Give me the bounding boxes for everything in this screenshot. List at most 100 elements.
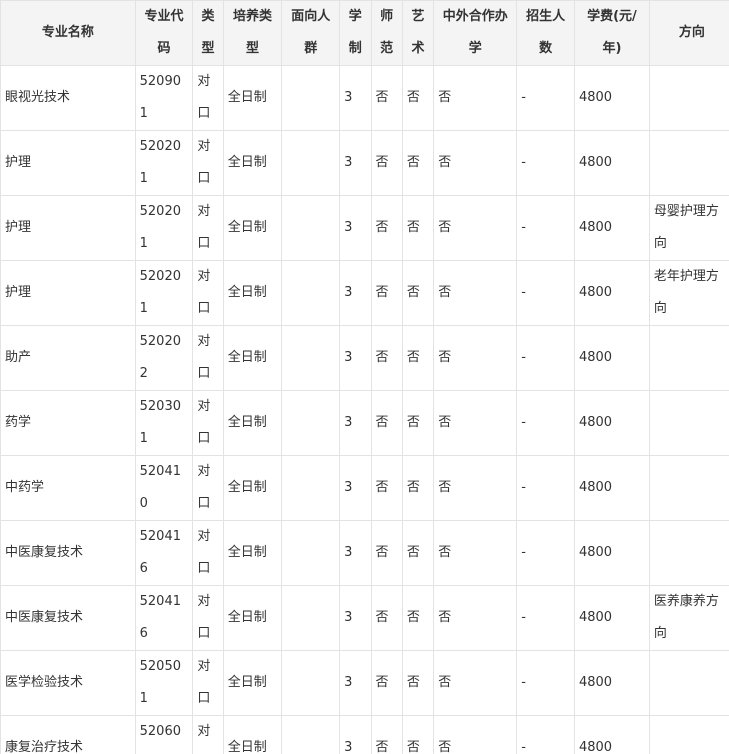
header-cell: 类型: [192, 0, 224, 66]
table-row: 康复治疗技术520601对口全日制3否否否-4800: [0, 715, 729, 754]
table-row: 护理 520201 对口 全日制 3 否否否 -4800: [0, 130, 729, 196]
art-cell: 否: [401, 195, 435, 261]
training-type-cell: 全日制: [222, 520, 283, 586]
major-code-cell: 520901: [134, 65, 194, 131]
header-cell: 专业代码: [134, 0, 194, 66]
teacher-training-cell: 否: [370, 650, 403, 716]
major-code-cell: 520416: [134, 520, 194, 586]
major-name-cell: 护理: [0, 195, 136, 261]
enrollment-cell: -: [516, 715, 575, 754]
teacher-training-cell: 否: [370, 455, 403, 521]
table-row: 护理 520201 对口 全日制 3 否否否 -4800 老年护理方向: [0, 260, 729, 326]
duration-cell: 3: [339, 520, 372, 586]
major-code-cell: 520601: [134, 715, 194, 754]
joint-program-cell: 否: [433, 325, 518, 391]
training-type-cell: 全日制: [222, 325, 283, 391]
enrollment-cell: -: [516, 65, 575, 131]
target-group-cell: [281, 65, 341, 131]
type-cell: 对口: [192, 455, 224, 521]
enrollment-cell: -: [516, 520, 575, 586]
table-row: 护理 520201 对口 全日制 3 否否否 -4800 母婴护理方向: [0, 195, 729, 261]
tuition-cell: 4800: [573, 520, 650, 586]
target-group-cell: [281, 715, 341, 754]
joint-program-cell: 否: [433, 715, 518, 754]
type-cell: 对口: [192, 195, 224, 261]
joint-program-cell: 否: [433, 520, 518, 586]
tuition-cell: 4800: [573, 455, 650, 521]
joint-program-cell: 否: [433, 455, 518, 521]
table-row: 眼视光技术 520901 对口 全日制 3 否否否 -4800: [0, 65, 729, 131]
training-type-cell: 全日制: [222, 260, 283, 326]
duration-cell: 3: [339, 130, 372, 196]
table-body: 眼视光技术 520901 对口 全日制 3 否否否 -4800 护理 520201 对口 全日制 3 否…: [0, 65, 729, 754]
direction-cell: 医养康养方向: [648, 585, 729, 651]
enrollment-cell: -: [516, 195, 575, 261]
major-name-cell: 医学检验技术: [0, 650, 136, 716]
teacher-training-cell: 否: [370, 130, 403, 196]
header-cell: 学费(元/年): [573, 0, 650, 66]
duration-cell: 3: [339, 390, 372, 456]
header-cell: 招生人数: [516, 0, 575, 66]
direction-cell: [648, 455, 729, 521]
table-row: 中药学 520410 对口 全日制 3 否否否 -4800: [0, 455, 729, 521]
type-cell: 对口: [192, 260, 224, 326]
art-cell: 否: [401, 260, 435, 326]
joint-program-cell: 否: [433, 650, 518, 716]
major-code-cell: 520301: [134, 390, 194, 456]
target-group-cell: [281, 650, 341, 716]
direction-cell: [648, 650, 729, 716]
tuition-cell: 4800: [573, 130, 650, 196]
table-row: 医学检验技术 520501 对口 全日制 3 否否否 -4800: [0, 650, 729, 716]
major-table: 专业名称 专业代码 类型 培养类型 面向人群 学制 师范 艺术 中外合作办学 招…: [0, 0, 729, 754]
direction-cell: [648, 715, 729, 754]
major-name-cell: 助产: [0, 325, 136, 391]
art-cell: 否: [401, 130, 435, 196]
major-name-cell: 药学: [0, 390, 136, 456]
table-row: 中医康复技术 520416 对口 全日制 3 否否否 -4800 医养康养方向: [0, 585, 729, 651]
art-cell: 否: [401, 585, 435, 651]
tuition-cell: 4800: [573, 325, 650, 391]
header-cell: 面向人群: [281, 0, 341, 66]
tuition-cell: 4800: [573, 650, 650, 716]
tuition-cell: 4800: [573, 715, 650, 754]
target-group-cell: [281, 455, 341, 521]
major-name-cell: 康复治疗技术: [0, 715, 136, 754]
teacher-training-cell: 否: [370, 260, 403, 326]
joint-program-cell: 否: [433, 390, 518, 456]
header-row: 专业名称 专业代码 类型 培养类型 面向人群 学制 师范 艺术 中外合作办学 招…: [0, 0, 729, 66]
art-cell: 否: [401, 65, 435, 131]
art-cell: 否: [401, 390, 435, 456]
header-cell: 培养类型: [222, 0, 283, 66]
type-cell: 对口: [192, 325, 224, 391]
direction-cell: 母婴护理方向: [648, 195, 729, 261]
major-name-cell: 护理: [0, 260, 136, 326]
table-row: 药学 520301 对口 全日制 3 否否否 -4800: [0, 390, 729, 456]
enrollment-cell: -: [516, 260, 575, 326]
teacher-training-cell: 否: [370, 325, 403, 391]
direction-cell: [648, 130, 729, 196]
training-type-cell: 全日制: [222, 390, 283, 456]
duration-cell: 3: [339, 715, 372, 754]
duration-cell: 3: [339, 650, 372, 716]
joint-program-cell: 否: [433, 65, 518, 131]
teacher-training-cell: 否: [370, 585, 403, 651]
header-cell: 专业名称: [0, 0, 136, 66]
tuition-cell: 4800: [573, 260, 650, 326]
header-cell: 中外合作办学: [433, 0, 518, 66]
direction-cell: 老年护理方向: [648, 260, 729, 326]
type-cell: 对口: [192, 390, 224, 456]
joint-program-cell: 否: [433, 585, 518, 651]
training-type-cell: 全日制: [222, 715, 283, 754]
duration-cell: 3: [339, 325, 372, 391]
table-row: 中医康复技术 520416 对口 全日制 3 否否否 -4800: [0, 520, 729, 586]
major-name-cell: 护理: [0, 130, 136, 196]
direction-cell: [648, 390, 729, 456]
training-type-cell: 全日制: [222, 455, 283, 521]
enrollment-cell: -: [516, 650, 575, 716]
training-type-cell: 全日制: [222, 650, 283, 716]
training-type-cell: 全日制: [222, 65, 283, 131]
type-cell: 对口: [192, 520, 224, 586]
duration-cell: 3: [339, 585, 372, 651]
type-cell: 对口: [192, 650, 224, 716]
major-name-cell: 中医康复技术: [0, 585, 136, 651]
